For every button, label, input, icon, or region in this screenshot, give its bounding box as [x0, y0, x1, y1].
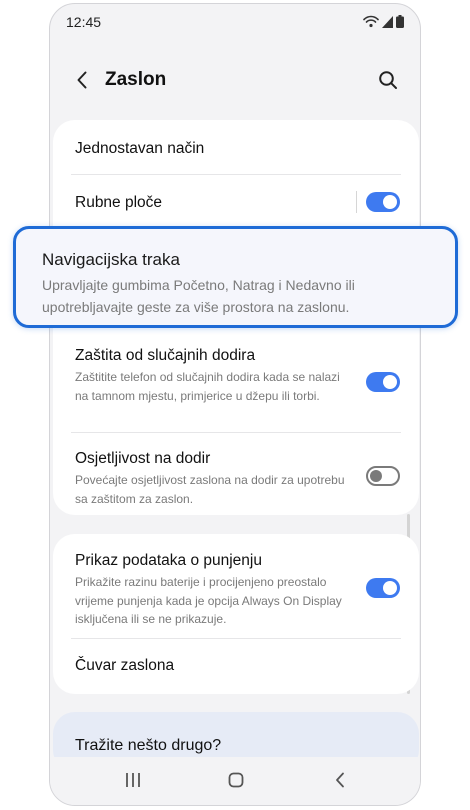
status-time: 12:45: [66, 14, 102, 30]
setting-touch-sensitivity[interactable]: Osjetljivost na dodir Povećajte osjetlji…: [75, 450, 397, 508]
wifi-icon: [363, 15, 379, 28]
setting-description: Prikažite razinu baterije i procijenjeno…: [75, 575, 342, 626]
setting-screen-saver[interactable]: Čuvar zaslona: [75, 657, 397, 675]
app-bar: Zaslon: [50, 56, 420, 104]
divider: [71, 638, 401, 639]
home-button[interactable]: [221, 767, 251, 793]
phone-frame: 12:45 Zaslon Jednostavan način Rubne plo…: [49, 3, 421, 806]
status-bar: 12:45: [50, 4, 420, 40]
search-button[interactable]: [374, 66, 402, 94]
setting-title: Prikaz podataka o punjenju: [75, 552, 262, 569]
touch-sensitivity-toggle[interactable]: [366, 466, 400, 486]
navigation-bar: [50, 757, 420, 805]
signal-icon: [382, 15, 393, 28]
divider: [71, 432, 401, 433]
setting-title: Čuvar zaslona: [75, 657, 175, 674]
setting-title: Zaštita od slučajnih dodira: [75, 347, 256, 364]
setting-charging-info[interactable]: Prikaz podataka o punjenju Prikažite raz…: [75, 552, 397, 629]
settings-card-charging: Prikaz podataka o punjenju Prikažite raz…: [53, 534, 419, 694]
recents-button[interactable]: [118, 767, 148, 793]
setting-easy-mode[interactable]: Jednostavan način: [75, 140, 397, 158]
chevron-left-icon: [77, 71, 87, 89]
setting-title: Jednostavan način: [75, 140, 205, 157]
setting-description: Zaštitite telefon od slučajnih dodira ka…: [75, 370, 340, 403]
setting-title: Osjetljivost na dodir: [75, 450, 211, 467]
toggle-separator: [356, 191, 357, 213]
accidental-touch-toggle[interactable]: [366, 372, 400, 392]
charging-info-toggle[interactable]: [366, 578, 400, 598]
status-icons: [363, 15, 404, 28]
setting-description: Povećajte osjetljivost zaslona na dodir …: [75, 473, 345, 506]
nav-back-button[interactable]: [325, 767, 355, 793]
edge-panels-toggle[interactable]: [366, 192, 400, 212]
home-icon: [228, 772, 244, 788]
recents-icon: [126, 773, 140, 787]
page-title: Zaslon: [105, 69, 167, 90]
setting-edge-panels[interactable]: Rubne ploče: [75, 194, 397, 212]
setting-description: Upravljajte gumbima Početno, Natrag i Ne…: [42, 277, 355, 315]
setting-title: Rubne ploče: [75, 194, 163, 211]
divider: [71, 174, 401, 175]
search-icon: [379, 71, 397, 89]
suggest-label: Tražite nešto drugo?: [75, 737, 222, 754]
navigation-bar-setting-callout[interactable]: Navigacijska traka Upravljajte gumbima P…: [13, 226, 458, 328]
setting-title: Navigacijska traka: [42, 250, 180, 269]
setting-accidental-touch-protection[interactable]: Zaštita od slučajnih dodira Zaštitite te…: [75, 347, 397, 405]
nav-back-icon: [336, 772, 344, 788]
battery-icon: [396, 15, 404, 28]
back-button[interactable]: [68, 66, 96, 94]
